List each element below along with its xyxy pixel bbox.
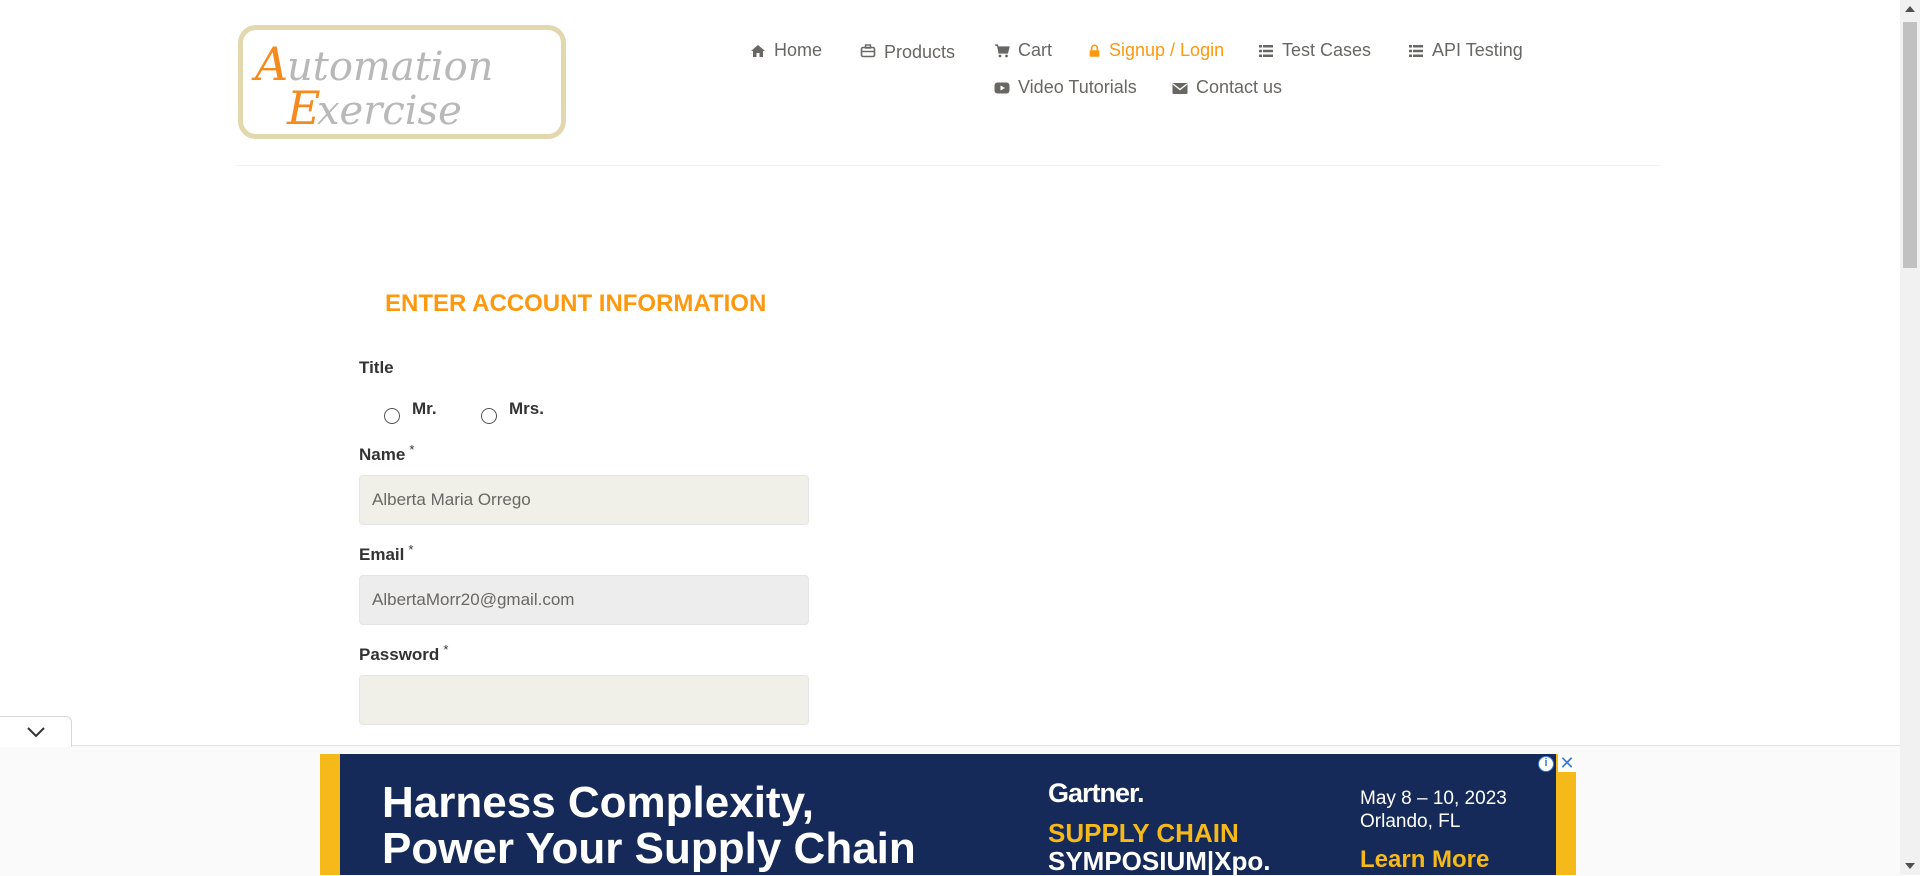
scroll-up-arrow[interactable] (1900, 0, 1920, 18)
cart-icon (995, 43, 1010, 57)
envelope-icon (1172, 82, 1188, 94)
nav-products-label: Products (884, 42, 956, 62)
ad-learn-more-link[interactable]: Learn More (1360, 846, 1489, 874)
nav-cart[interactable]: Cart (994, 40, 1052, 61)
lock-icon (1089, 44, 1100, 57)
radio-mr-label: Mr. (412, 399, 437, 418)
radio-mr-circle[interactable] (384, 408, 400, 424)
info-icon[interactable]: i (1538, 756, 1554, 772)
required-marker: * (409, 442, 415, 457)
email-label-text: Email (359, 545, 405, 564)
site-logo[interactable]: A utomation E xercise (238, 25, 566, 139)
nav-test-cases-label: Test Cases (1282, 40, 1372, 60)
header-divider (236, 165, 1660, 166)
password-input[interactable] (359, 675, 809, 725)
required-marker: * (408, 542, 414, 557)
name-input[interactable] (359, 475, 809, 525)
ad-headline: Harness Complexity, Power Your Supply Ch… (382, 780, 916, 872)
nav-products[interactable]: Products (860, 40, 956, 62)
form-heading: ENTER ACCOUNT INFORMATION (385, 290, 767, 317)
nav-api-testing-label: API Testing (1432, 40, 1523, 60)
title-label: Title (359, 358, 394, 377)
svg-text:A: A (251, 37, 288, 91)
radio-mrs-label: Mrs. (509, 399, 544, 418)
password-label-text: Password (359, 645, 440, 664)
nav-contact-us[interactable]: Contact us (1172, 77, 1282, 98)
nav-test-cases[interactable]: Test Cases (1258, 40, 1371, 61)
nav-video-tutorials[interactable]: Video Tutorials (994, 77, 1137, 98)
password-label: Password * (359, 642, 449, 665)
nav-signup-login-label: Signup / Login (1109, 40, 1225, 60)
ad-event-line1: SUPPLY CHAIN (1048, 818, 1239, 848)
svg-text:E: E (286, 81, 321, 134)
list-icon (1409, 44, 1423, 57)
ad-content[interactable]: Harness Complexity, Power Your Supply Ch… (340, 754, 1556, 875)
list-icon (1259, 44, 1273, 57)
required-marker: * (443, 642, 449, 657)
triangle-down-icon (1905, 863, 1915, 869)
nav-signup-login[interactable]: Signup / Login (1088, 40, 1224, 61)
close-icon[interactable]: ✕ (1558, 754, 1576, 772)
name-label: Name * (359, 442, 415, 465)
radio-mr[interactable]: Mr. (384, 399, 437, 424)
radio-mrs[interactable]: Mrs. (481, 399, 544, 424)
ad-headline-line1: Harness Complexity, (382, 778, 815, 827)
email-label: Email * (359, 542, 414, 565)
ad-brand: Gartner. (1048, 778, 1145, 808)
ad-collapse-button[interactable] (0, 716, 72, 747)
nav-video-tutorials-label: Video Tutorials (1018, 77, 1137, 97)
radio-mrs-circle[interactable] (481, 408, 497, 424)
vertical-scrollbar[interactable] (1900, 0, 1920, 875)
nav-contact-us-label: Contact us (1196, 77, 1283, 97)
ad-headline-line2: Power Your Supply Chain (382, 824, 916, 873)
ad-date: May 8 – 10, 2023 (1360, 788, 1507, 809)
name-label-text: Name (359, 445, 406, 464)
chevron-down-icon (26, 727, 45, 738)
nav-home-label: Home (774, 40, 823, 60)
nav-home[interactable]: Home (750, 40, 822, 61)
nav-cart-label: Cart (1018, 40, 1053, 60)
logo-graphic: A utomation E xercise (251, 37, 493, 134)
triangle-up-icon (1905, 6, 1915, 12)
nav-api-testing[interactable]: API Testing (1408, 40, 1523, 61)
email-input[interactable] (359, 575, 809, 625)
scroll-down-arrow[interactable] (1900, 857, 1920, 875)
svg-text:xercise: xercise (317, 88, 462, 134)
ad-location: Orlando, FL (1360, 811, 1461, 832)
scrollbar-thumb[interactable] (1903, 22, 1917, 268)
ad-event-line2: SYMPOSIUM|Xpo. (1048, 846, 1271, 875)
youtube-play-icon (994, 82, 1010, 93)
briefcase-icon (860, 43, 876, 57)
home-icon (751, 44, 765, 57)
